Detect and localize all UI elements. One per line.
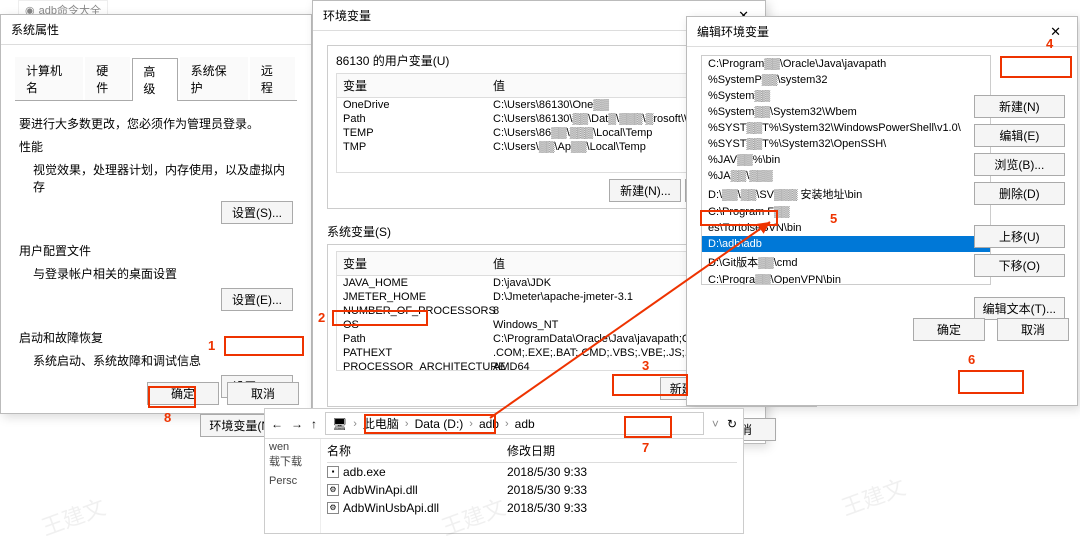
nav-fwd-icon[interactable]: → xyxy=(291,417,303,431)
col-date[interactable]: 修改日期 xyxy=(507,442,555,459)
list-item[interactable]: C:\Program F▒▒ xyxy=(702,204,990,220)
explorer-sidebar: wen 载下载 Persc xyxy=(265,439,321,533)
file-icon: ⚙ xyxy=(327,484,339,496)
file-row[interactable]: ▪adb.exe 2018/5/30 9:33 xyxy=(327,463,737,481)
file-row[interactable]: ⚙AdbWinApi.dll 2018/5/30 9:33 xyxy=(327,481,737,499)
nav-back-icon[interactable]: ← xyxy=(271,417,283,431)
list-item[interactable]: C:\Program▒▒\Oracle\Java\javapath xyxy=(702,56,990,72)
breadcrumb[interactable]: 🖥 › 此电脑 › Data (D:) › adb › adb xyxy=(325,412,704,435)
watermark: 王建文 xyxy=(37,490,110,542)
userprofiles-heading: 用户配置文件 xyxy=(19,242,293,259)
annotation-8: 8 xyxy=(164,410,171,425)
list-item[interactable]: %SYST▒▒T%\System32\OpenSSH\ xyxy=(702,136,990,152)
crumb-thispc[interactable]: 此电脑 xyxy=(363,415,399,432)
new-button[interactable]: 新建(N) xyxy=(974,95,1065,118)
nav-up-icon[interactable]: ↑ xyxy=(311,417,317,431)
tab-advanced[interactable]: 高级 xyxy=(132,58,177,101)
chevron-right-icon: › xyxy=(405,418,409,430)
sidebar-item[interactable]: Persc xyxy=(269,475,316,487)
system-properties-dialog: 系统属性 计算机名 硬件 高级 系统保护 远程 要进行大多数更改，您必须作为管理… xyxy=(0,14,312,414)
delete-button[interactable]: 删除(D) xyxy=(974,182,1065,205)
edit-env-dialog: 编辑环境变量 ✕ C:\Program▒▒\Oracle\Java\javapa… xyxy=(686,16,1078,406)
list-item[interactable]: %SystemP▒▒\system32 xyxy=(702,72,990,88)
annotation-3: 3 xyxy=(642,358,649,373)
crumb-adb1[interactable]: adb xyxy=(479,417,499,431)
annotation-7: 7 xyxy=(642,440,649,455)
chevron-right-icon: › xyxy=(353,418,357,430)
list-item[interactable]: %SYST▒▒T%\System32\WindowsPowerShell\v1.… xyxy=(702,120,990,136)
editenv-cancel-button[interactable]: 取消 xyxy=(997,318,1069,341)
sysprops-cancel-button[interactable]: 取消 xyxy=(227,382,299,405)
list-item-selected[interactable]: D:\adb\adb xyxy=(702,236,990,252)
annotation-6: 6 xyxy=(968,352,975,367)
tab-computername[interactable]: 计算机名 xyxy=(15,57,83,100)
list-item[interactable]: %System▒▒\System32\Wbem xyxy=(702,104,990,120)
list-item[interactable]: %JA▒▒\▒▒▒ xyxy=(702,168,990,184)
list-item[interactable]: %System▒▒ xyxy=(702,88,990,104)
chevron-right-icon: › xyxy=(469,418,473,430)
annotation-4: 4 xyxy=(1046,36,1053,51)
edit-text-button[interactable]: 编辑文本(T)... xyxy=(974,297,1065,320)
refresh-icon[interactable]: ↻ xyxy=(727,417,737,431)
tab-protection[interactable]: 系统保护 xyxy=(180,57,248,100)
chevron-right-icon: › xyxy=(505,418,509,430)
sidebar-item[interactable]: 载下载 xyxy=(269,453,316,469)
settings-e-button[interactable]: 设置(E)... xyxy=(221,288,293,311)
startup-desc: 系统启动、系统故障和调试信息 xyxy=(33,352,293,369)
annotation-5: 5 xyxy=(830,211,837,226)
sys-th-val: 值 xyxy=(493,255,505,272)
perf-heading: 性能 xyxy=(19,138,293,155)
annotation-1: 1 xyxy=(208,338,215,353)
file-icon: ⚙ xyxy=(327,502,339,514)
edit-button[interactable]: 编辑(E) xyxy=(974,124,1065,147)
list-item[interactable]: %JAV▒▒%\bin xyxy=(702,152,990,168)
list-item[interactable]: D:\▒▒\▒▒\SV▒▒▒ 安装地址\bin xyxy=(702,184,990,204)
env-vars-title: 环境变量 xyxy=(323,7,371,24)
path-list[interactable]: C:\Program▒▒\Oracle\Java\javapath %Syste… xyxy=(701,55,991,285)
list-item[interactable]: D:\Git版本▒▒\cmd xyxy=(702,252,990,272)
editenv-ok-button[interactable]: 确定 xyxy=(913,318,985,341)
file-explorer: ← → ↑ 🖥 › 此电脑 › Data (D:) › adb › adb ˅ … xyxy=(264,408,744,534)
tab-hardware[interactable]: 硬件 xyxy=(85,57,130,100)
pc-icon: 🖥 xyxy=(332,417,347,431)
userprofiles-desc: 与登录帐户相关的桌面设置 xyxy=(33,265,293,282)
sys-th-var: 变量 xyxy=(343,255,493,272)
file-icon: ▪ xyxy=(327,466,339,478)
admin-note: 要进行大多数更改，您必须作为管理员登录。 xyxy=(19,115,293,132)
user-th-val: 值 xyxy=(493,77,505,94)
moveup-button[interactable]: 上移(U) xyxy=(974,225,1065,248)
user-new-button[interactable]: 新建(N)... xyxy=(609,179,681,202)
settings-s-button[interactable]: 设置(S)... xyxy=(221,201,293,224)
chevron-down-icon[interactable]: ˅ xyxy=(712,417,719,431)
edit-env-title: 编辑环境变量 xyxy=(697,23,769,40)
browse-button[interactable]: 浏览(B)... xyxy=(974,153,1065,176)
sysprops-ok-button[interactable]: 确定 xyxy=(147,382,219,405)
startup-heading: 启动和故障恢复 xyxy=(19,329,293,346)
file-row[interactable]: ⚙AdbWinUsbApi.dll 2018/5/30 9:33 xyxy=(327,499,737,517)
system-properties-tabs: 计算机名 硬件 高级 系统保护 远程 xyxy=(15,57,297,101)
movedown-button[interactable]: 下移(O) xyxy=(974,254,1065,277)
annotation-2: 2 xyxy=(318,310,325,325)
tab-remote[interactable]: 远程 xyxy=(250,57,295,100)
system-properties-title: 系统属性 xyxy=(11,21,59,38)
crumb-drive[interactable]: Data (D:) xyxy=(415,417,464,431)
col-name[interactable]: 名称 xyxy=(327,442,507,459)
user-th-var: 变量 xyxy=(343,77,493,94)
list-item[interactable]: es\TortoiseSVN\bin xyxy=(702,220,990,236)
perf-desc: 视觉效果，处理器计划，内存使用，以及虚拟内存 xyxy=(33,161,293,195)
crumb-adb2[interactable]: adb xyxy=(515,417,535,431)
sidebar-item[interactable]: wen xyxy=(269,441,316,453)
watermark: 王建文 xyxy=(837,470,910,523)
list-item[interactable]: C:\Progra▒▒\OpenVPN\bin xyxy=(702,272,990,285)
